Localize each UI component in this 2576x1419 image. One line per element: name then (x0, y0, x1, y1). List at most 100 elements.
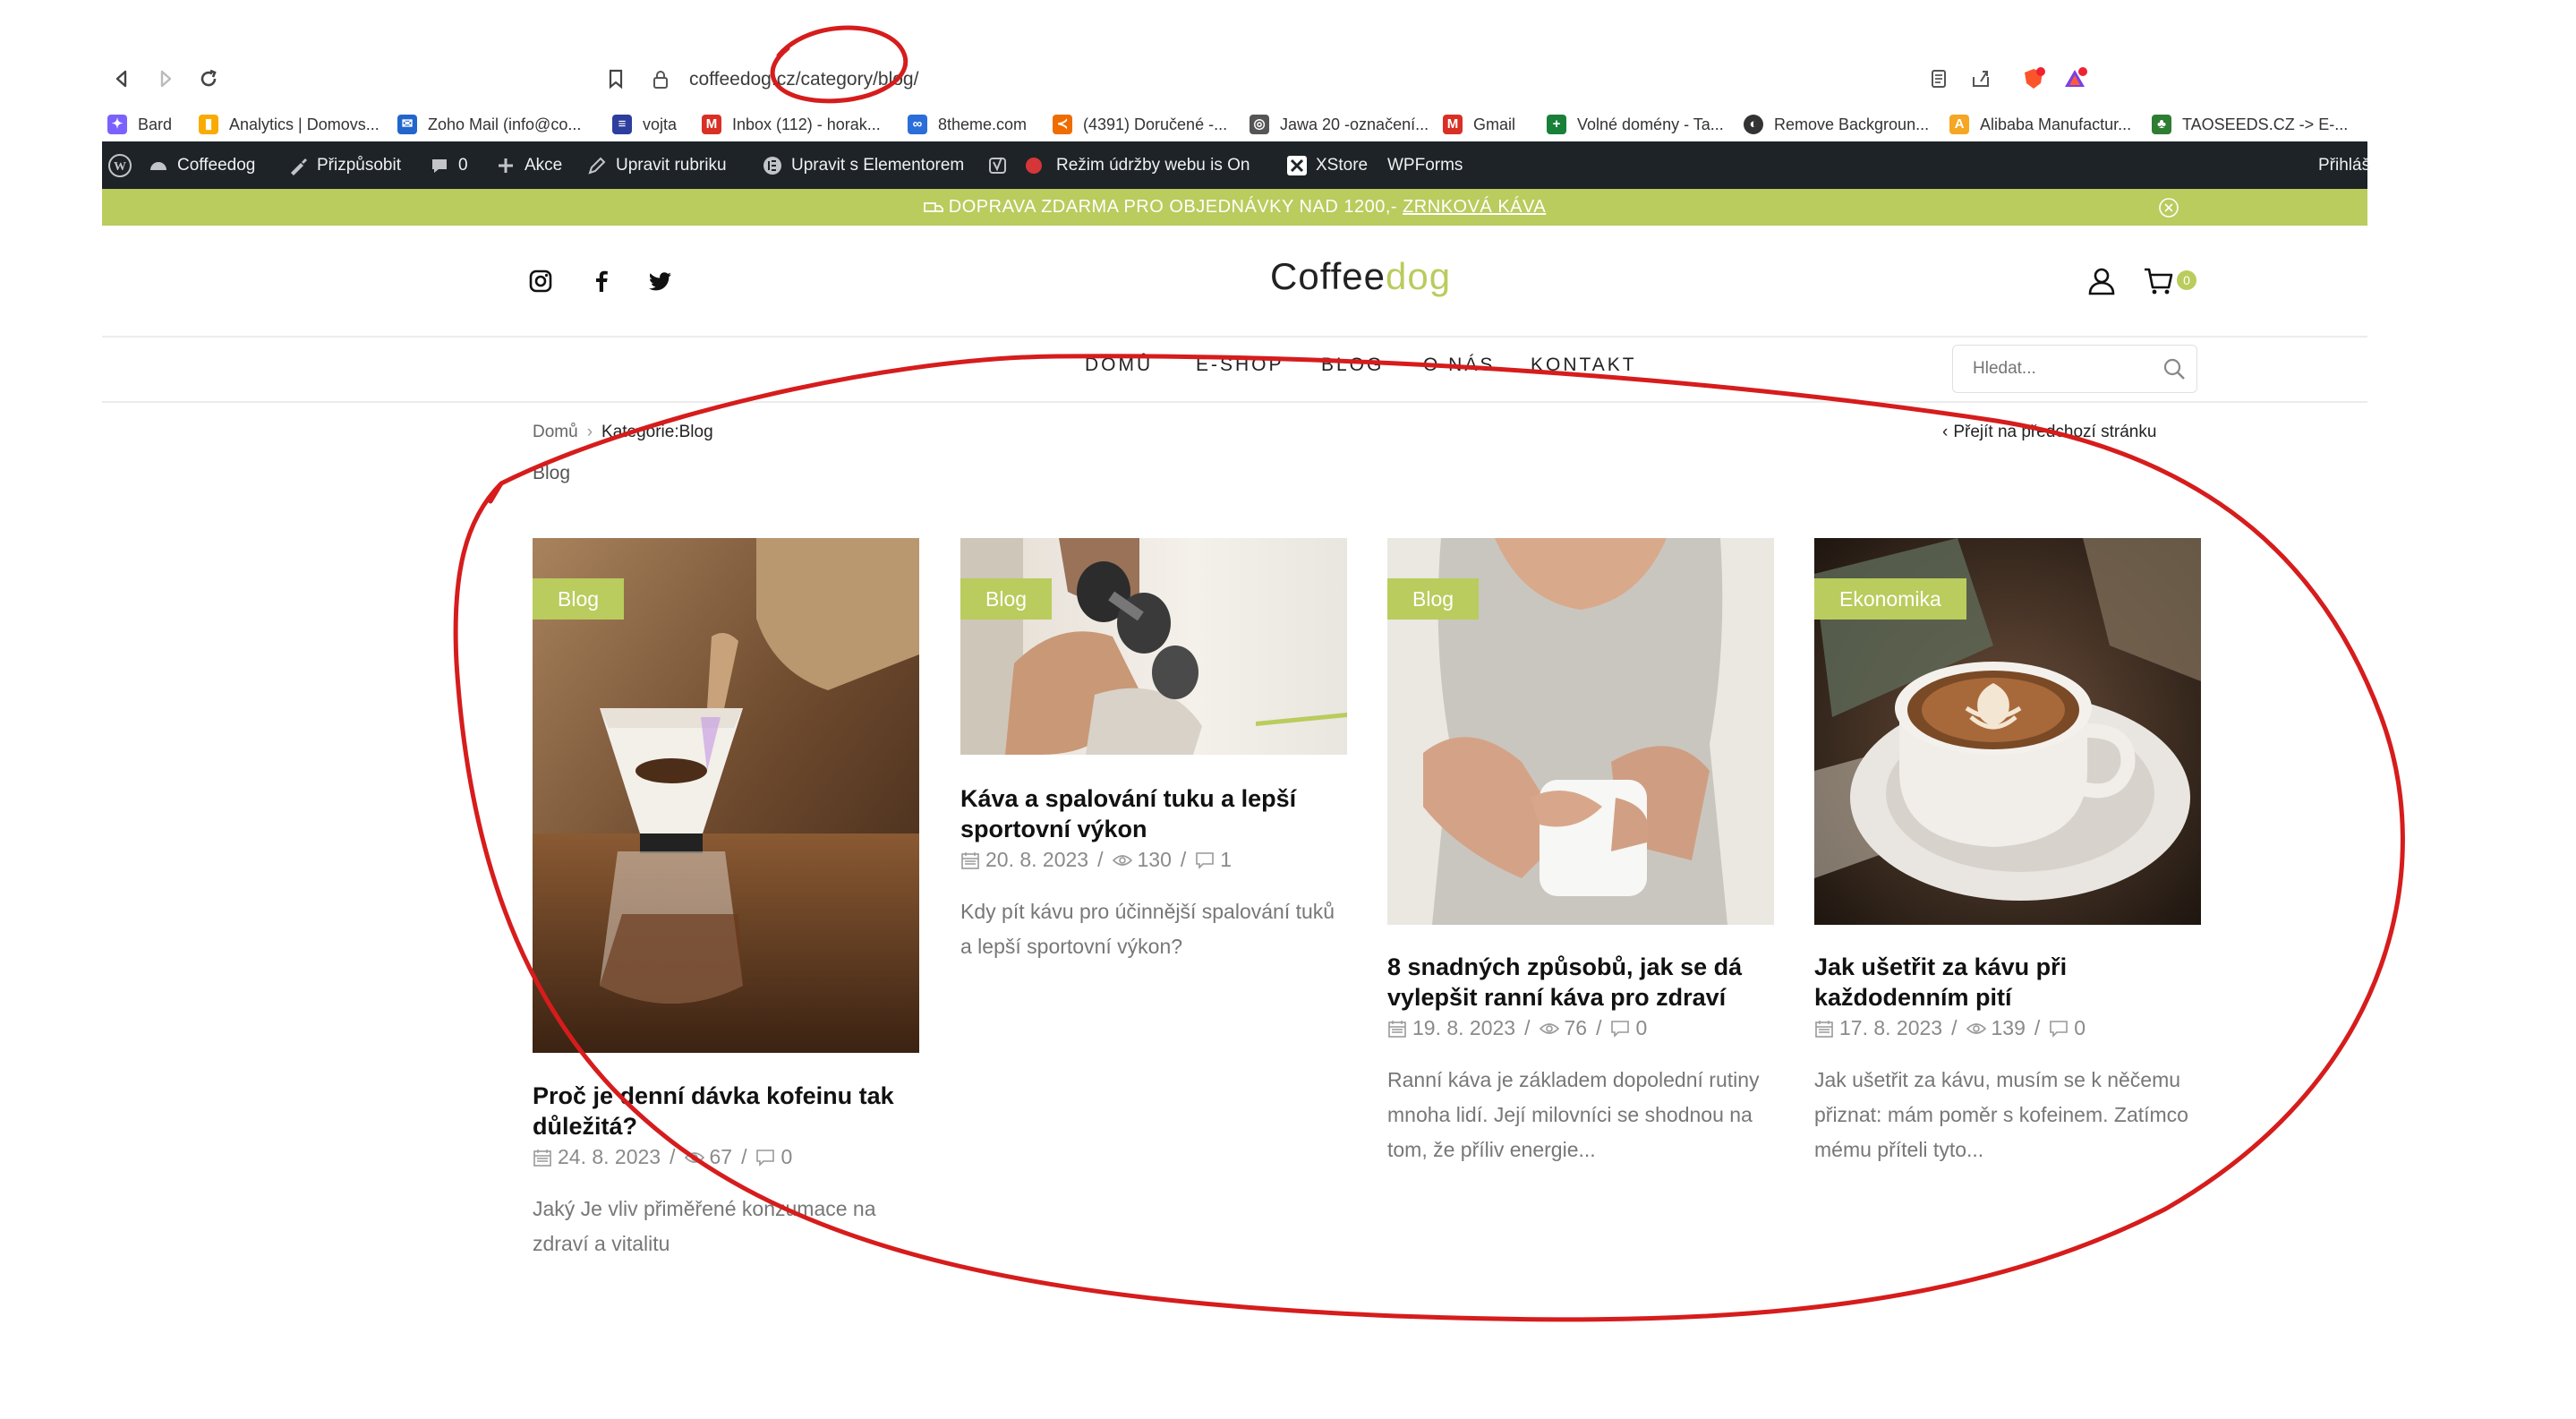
cart-count-badge: 0 (2177, 270, 2196, 290)
bookmarks-bar: ✦ Bard ▮ Analytics | Domovs... ✉ Zoho Mail … (102, 105, 2367, 144)
reader-mode-icon[interactable] (1926, 66, 1951, 91)
post-image-dumbbell[interactable]: Blog (960, 538, 1347, 755)
adminbar-label: WPForms (1387, 155, 1463, 175)
eye-icon (1539, 1022, 1559, 1034)
meta-separator: / (670, 1145, 676, 1168)
post-date: 24. 8. 2023 (558, 1145, 661, 1168)
adminbar-new[interactable]: Akce (496, 141, 562, 189)
category-badge[interactable]: Ekonomika (1814, 578, 1966, 620)
breadcrumb: Domů › Kategorie:Blog (533, 416, 713, 449)
facebook-icon[interactable] (589, 269, 614, 294)
adminbar-xstore[interactable]: XStore (1287, 141, 1368, 189)
twitter-icon[interactable] (648, 269, 673, 294)
bookmark-label: Zoho Mail (info@co... (428, 115, 582, 133)
menu-item-home[interactable]: DOMŮ (1085, 355, 1153, 376)
adminbar-maintenance[interactable]: Režim údržby webu is On (988, 141, 1250, 189)
adminbar-customize[interactable]: Přizpůsobit (288, 141, 401, 189)
breadcrumb-current: Kategorie:Blog (601, 423, 713, 441)
adminbar-site[interactable]: Coffeedog (149, 141, 255, 189)
comment-icon (1196, 851, 1215, 869)
bookmark-label: (4391) Doručené -... (1083, 115, 1228, 133)
share-icon[interactable] (1968, 66, 1993, 91)
post-card: Blog Proč je denní dávka kofeinu tak důl… (533, 538, 919, 1272)
gmail-icon: M (702, 115, 721, 134)
yoast-icon (988, 156, 1008, 175)
category-badge[interactable]: Blog (533, 578, 625, 620)
post-card: Blog Káva a spalování tuku a lepší sport… (960, 538, 1347, 986)
adminbar-wpforms[interactable]: WPForms (1387, 141, 1463, 189)
post-image-latte[interactable]: Ekonomika (1814, 538, 2201, 925)
post-excerpt: Kdy pít kávu pro účinnější spalování tuk… (960, 900, 1335, 958)
url-text[interactable]: coffeedog.cz/category/blog/ (689, 64, 918, 96)
bookmark-item[interactable]: ✉ Zoho Mail (info@co... (397, 105, 581, 144)
category-badge[interactable]: Blog (960, 578, 1053, 620)
post-title[interactable]: Proč je denní dávka kofeinu tak důležitá… (533, 1081, 919, 1141)
back-link-label: Přejít na předchozí stránku (1953, 423, 2157, 441)
bookmark-item[interactable]: M Inbox (112) - horak... (702, 105, 881, 144)
menu-item-blog[interactable]: BLOG (1321, 355, 1384, 376)
bookmark-label: 8theme.com (938, 115, 1028, 133)
comment-icon (756, 1149, 775, 1167)
brave-shield-icon[interactable] (2021, 66, 2046, 91)
meta-separator: / (1524, 1016, 1531, 1039)
bookmark-label: Alibaba Manufactur... (1980, 115, 2132, 133)
menu-item-eshop[interactable]: E-SHOP (1196, 355, 1284, 376)
bookmark-item[interactable]: ≡ vojta (612, 105, 677, 144)
plant-icon: ♣ (2152, 115, 2171, 134)
bookmark-label: vojta (643, 115, 678, 133)
bookmark-item[interactable]: ✦ Bard (107, 105, 172, 144)
post-excerpt: Jaký Je vliv přiměřené konzumace na zdra… (533, 1197, 876, 1255)
reload-icon[interactable] (196, 66, 221, 91)
adminbar-label: Upravit rubriku (616, 155, 727, 175)
wordpress-logo-icon[interactable]: W (107, 141, 132, 189)
back-link[interactable]: ‹ Přejít na předchozí stránku (1942, 416, 2156, 449)
bookmark-item[interactable]: + Volné domény - Ta... (1547, 105, 1724, 144)
cart-icon[interactable] (2143, 265, 2175, 297)
adminbar-label: Coffeedog (177, 155, 256, 175)
adminbar-account[interactable]: Přihláš (2318, 141, 2370, 189)
bookmark-item[interactable]: ≺ (4391) Doručené -... (1053, 105, 1227, 144)
post-title[interactable]: Jak ušetřit za kávu při každodenním pití (1814, 952, 2201, 1013)
post-title[interactable]: Káva a spalování tuku a lepší sportovní … (960, 783, 1347, 844)
menu-item-contact[interactable]: KONTAKT (1531, 355, 1637, 376)
meta-separator: / (1596, 1016, 1602, 1039)
pencil-icon (587, 156, 607, 175)
forward-arrow-icon[interactable] (153, 66, 178, 91)
search-icon[interactable] (2162, 357, 2186, 380)
post-views: 139 (1991, 1016, 2026, 1039)
category-badge[interactable]: Blog (1387, 578, 1480, 620)
post-views: 76 (1564, 1016, 1588, 1039)
back-arrow-icon[interactable] (109, 66, 134, 91)
promo-link[interactable]: ZRNKOVÁ KÁVA (1403, 197, 1546, 217)
bookmark-item[interactable]: ▮ Analytics | Domovs... (199, 105, 380, 144)
bookmark-item[interactable]: ∞ 8theme.com (908, 105, 1027, 144)
account-icon[interactable] (2086, 265, 2118, 297)
instagram-icon[interactable] (528, 269, 553, 294)
eye-icon (684, 1151, 704, 1163)
post-image-woman-mug[interactable]: Blog (1387, 538, 1774, 925)
post-meta: 17. 8. 2023 / 139 / 0 (1814, 1016, 2201, 1040)
post-image-pourover[interactable]: Blog (533, 538, 919, 1053)
adminbar-comments[interactable]: 0 (430, 141, 468, 189)
bookmark-page-icon[interactable] (603, 66, 628, 91)
adminbar-edit-category[interactable]: Upravit rubriku (587, 141, 727, 189)
post-title[interactable]: 8 snadných způsobů, jak se dá vylepšit r… (1387, 952, 1774, 1013)
lock-icon (652, 70, 670, 90)
post-comments: 0 (2074, 1016, 2086, 1039)
theme-icon: ∞ (908, 115, 927, 134)
bookmark-item[interactable]: A Alibaba Manufactur... (1949, 105, 2131, 144)
bookmark-item[interactable]: ◐ Remove Backgroun... (1744, 105, 1929, 144)
breadcrumb-home[interactable]: Domů (533, 423, 578, 442)
bookmark-item[interactable]: ♣ TAOSEEDS.CZ -> E-... (2152, 105, 2348, 144)
search-input[interactable] (1971, 346, 2154, 392)
close-icon[interactable] (2158, 197, 2179, 218)
bookmark-item[interactable]: M Gmail (1443, 105, 1515, 144)
adminbar-elementor[interactable]: Upravit s Elementorem (763, 141, 964, 189)
meta-separator: / (1180, 848, 1187, 871)
calendar-icon (533, 1149, 551, 1167)
site-logo[interactable]: Coffeedog (1270, 255, 1451, 298)
bookmark-item[interactable]: ◎ Jawa 20 -označení... (1250, 105, 1429, 144)
brave-rewards-icon[interactable] (2062, 66, 2087, 91)
promo-bar: DOPRAVA ZDARMA PRO OBJEDNÁVKY NAD 1200,-… (102, 189, 2367, 226)
menu-item-about[interactable]: O NÁS (1423, 355, 1495, 376)
